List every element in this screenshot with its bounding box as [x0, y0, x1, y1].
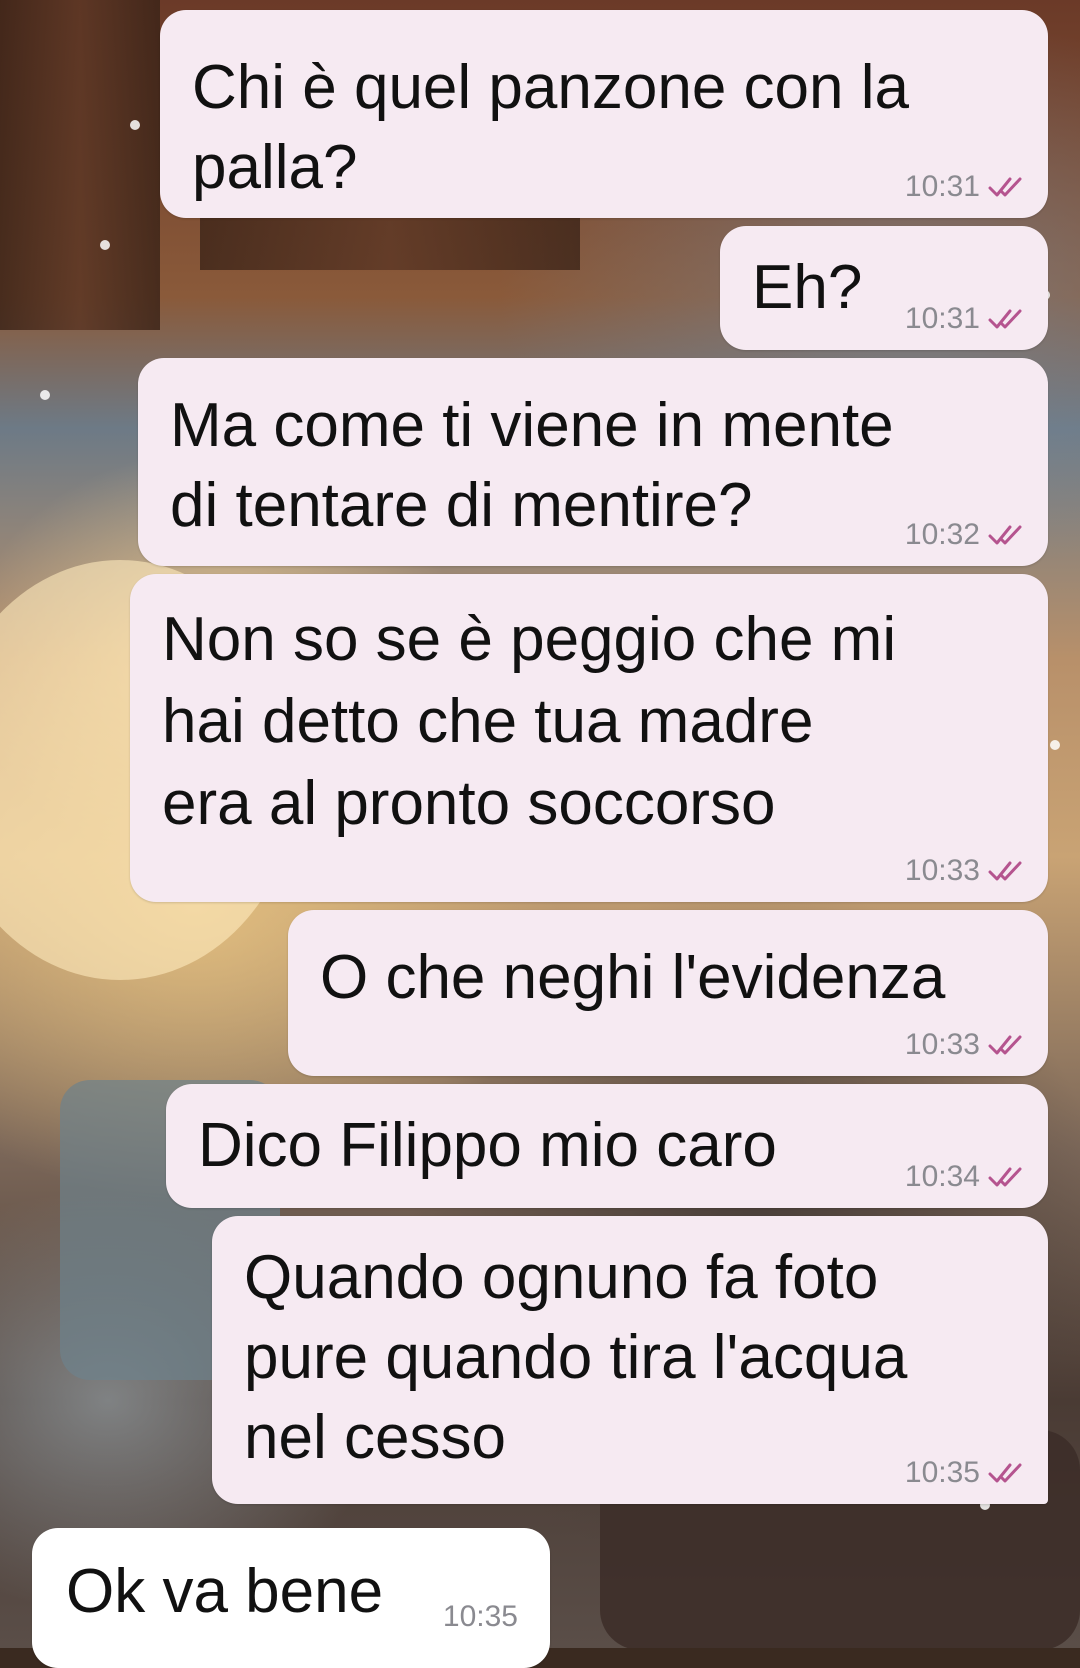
message-text: hai detto che tua madre	[162, 687, 814, 756]
message-text: era al pronto soccorso	[162, 769, 776, 838]
read-double-check-icon	[988, 309, 1022, 329]
read-double-check-icon	[988, 525, 1022, 545]
message-text: Non so se è peggio che mi	[162, 605, 897, 674]
message-bubble[interactable]: Eh? 10:31	[720, 226, 1048, 350]
message-meta: 10:33	[905, 854, 1028, 888]
message-meta: 10:32	[905, 518, 1028, 552]
message-text: Ok va bene	[66, 1557, 384, 1626]
message-text: Eh?	[752, 253, 863, 322]
message-text: di tentare di mentire?	[170, 471, 753, 540]
message-time: 10:31	[904, 170, 980, 203]
read-double-check-icon	[988, 177, 1022, 197]
message-time: 10:34	[904, 1160, 980, 1193]
read-double-check-icon	[988, 861, 1022, 881]
message-text: Dico Filippo mio caro	[198, 1111, 777, 1180]
message-text: Ma come ti viene in mente	[170, 391, 894, 460]
message-text: nel cesso	[244, 1403, 506, 1472]
message-text: palla?	[192, 133, 358, 202]
read-double-check-icon	[988, 1167, 1022, 1187]
message-meta: 10:35	[443, 1600, 518, 1634]
message-time: 10:35	[442, 1600, 518, 1633]
message-time: 10:33	[904, 1028, 980, 1061]
message-meta: 10:34	[905, 1160, 1028, 1194]
message-bubble[interactable]: Non so se è peggio che mi hai detto che …	[130, 574, 1048, 902]
message-meta: 10:31	[905, 170, 1028, 204]
message-meta: 10:31	[905, 302, 1028, 336]
message-text: Quando ognuno fa foto	[244, 1243, 879, 1312]
read-double-check-icon	[988, 1463, 1022, 1483]
message-text: Chi è quel panzone con la	[192, 53, 909, 122]
message-bubble[interactable]: Ma come ti viene in mente di tentare di …	[138, 358, 1048, 566]
message-time: 10:33	[904, 854, 980, 887]
message-text: pure quando tira l'acqua	[244, 1323, 908, 1392]
message-bubble[interactable]: Chi è quel panzone con la palla? 10:31	[160, 10, 1048, 218]
message-text: O che neghi l'evidenza	[320, 943, 946, 1012]
message-bubble[interactable]: Quando ognuno fa foto pure quando tira l…	[212, 1216, 1048, 1504]
message-time: 10:31	[904, 302, 980, 335]
message-time: 10:35	[904, 1456, 980, 1489]
message-time: 10:32	[904, 518, 980, 551]
message-bubble-incoming[interactable]: Ok va bene 10:35	[32, 1528, 550, 1668]
read-double-check-icon	[988, 1035, 1022, 1055]
message-meta: 10:35	[905, 1456, 1028, 1490]
message-bubble[interactable]: O che neghi l'evidenza 10:33	[288, 910, 1048, 1076]
message-meta: 10:33	[905, 1028, 1028, 1062]
message-bubble[interactable]: Dico Filippo mio caro 10:34	[166, 1084, 1048, 1208]
